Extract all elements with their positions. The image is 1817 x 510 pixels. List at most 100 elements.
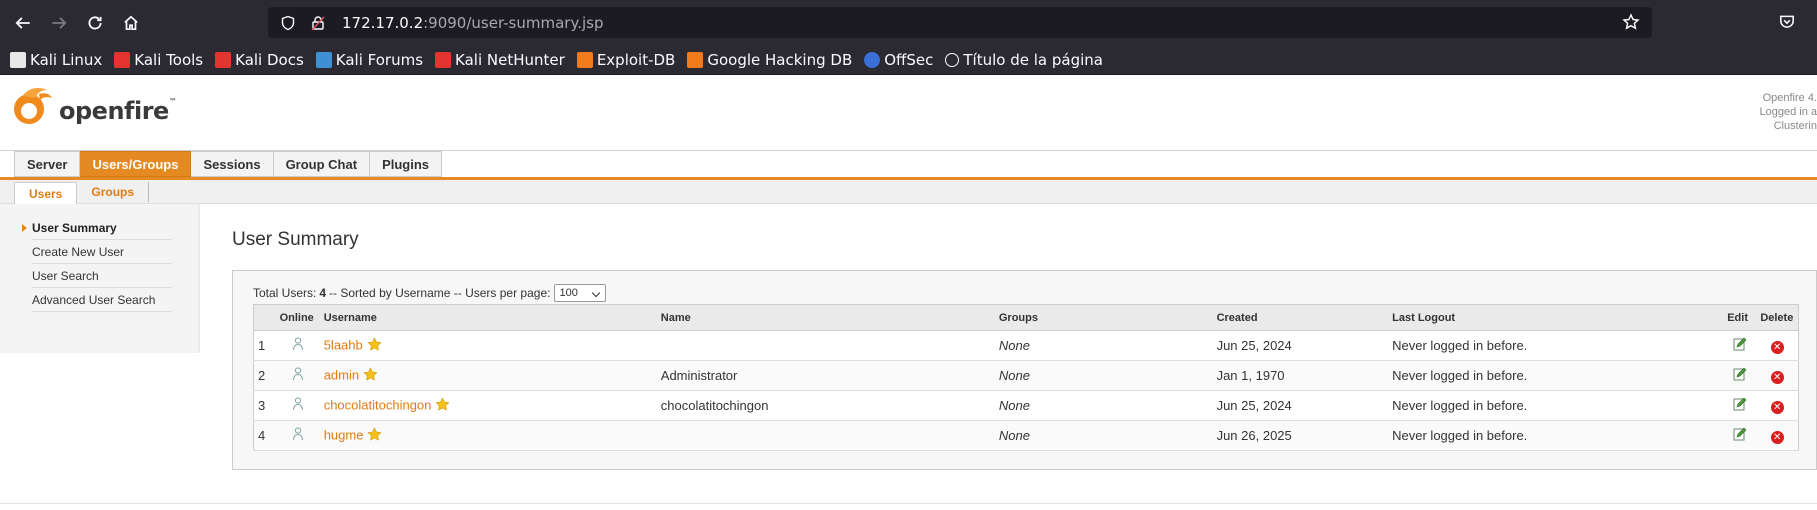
tab-group-chat[interactable]: Group Chat <box>273 151 371 177</box>
groups-cell: None <box>994 390 1213 421</box>
col-created[interactable]: Created <box>1212 304 1389 331</box>
name-cell <box>656 420 995 451</box>
groups-cell: None <box>994 420 1213 451</box>
col-online: Online <box>275 304 320 331</box>
username-link[interactable]: chocolatitochingon <box>324 397 432 412</box>
edit-cell <box>1723 390 1757 421</box>
active-arrow-icon <box>22 224 27 232</box>
openfire-logo[interactable]: openfire™ <box>9 84 177 128</box>
edit-icon[interactable] <box>1733 427 1747 441</box>
delete-cell: ✕ <box>1756 330 1799 361</box>
edit-icon[interactable] <box>1733 367 1747 381</box>
version-text: Openfire 4. <box>1762 92 1817 104</box>
delete-icon[interactable]: ✕ <box>1770 400 1784 414</box>
total-users-label: Total Users: <box>253 286 317 300</box>
bookmark-label: Kali Linux <box>30 51 103 69</box>
edit-icon[interactable] <box>1733 397 1747 411</box>
admin-star-icon <box>367 336 382 355</box>
created-cell: Jun 25, 2024 <box>1212 330 1389 361</box>
subtab-groups[interactable]: Groups <box>77 182 150 202</box>
username-link[interactable]: admin <box>324 367 359 382</box>
bookmark-label: Kali NetHunter <box>455 51 565 69</box>
user-summary-line: Total Users: 4 -- Sorted by Username -- … <box>253 284 607 302</box>
bookmark-label: Kali Forums <box>335 51 424 69</box>
tab-server[interactable]: Server <box>14 151 81 177</box>
name-cell: chocolatitochingon <box>656 390 995 421</box>
offline-user-icon <box>292 397 304 414</box>
edit-cell <box>1723 330 1757 361</box>
bookmark-item[interactable]: Título de la página <box>945 51 1103 69</box>
delete-icon[interactable]: ✕ <box>1770 370 1784 384</box>
row-number: 4 <box>253 420 276 451</box>
bookmark-item[interactable]: Kali NetHunter <box>435 51 565 69</box>
openfire-wordmark: openfire™ <box>59 97 177 125</box>
edit-icon[interactable] <box>1733 337 1747 351</box>
online-status-cell <box>275 420 320 451</box>
tab-plugins[interactable]: Plugins <box>370 151 443 177</box>
username-cell: 5laahb <box>319 330 657 361</box>
home-button[interactable] <box>118 10 144 36</box>
url-text[interactable]: 172.17.0.2:9090/user-summary.jsp <box>342 14 603 32</box>
bookmark-label: OffSec <box>884 51 934 69</box>
last-logout-cell: Never logged in before. <box>1388 390 1724 421</box>
shield-icon[interactable] <box>280 14 298 32</box>
delete-icon[interactable]: ✕ <box>1770 430 1784 444</box>
bookmark-item[interactable]: Kali Docs <box>215 51 304 69</box>
bookmark-label: Kali Docs <box>235 51 304 69</box>
offline-user-icon <box>292 337 304 354</box>
col-delete: Delete <box>1756 304 1799 331</box>
sidebar-item-user-search[interactable]: User Search <box>32 264 172 288</box>
bookmark-item[interactable]: Kali Tools <box>114 51 203 69</box>
table-row: 1 5laahb None Jun 25, 2024 Never logged in b… <box>253 330 1799 361</box>
sidebar-item-advanced-user-search[interactable]: Advanced User Search <box>32 288 172 312</box>
groups-cell: None <box>994 360 1213 391</box>
sidebar-item-user-summary[interactable]: User Summary <box>32 216 172 240</box>
bookmark-label: Título de la página <box>963 51 1103 69</box>
created-cell: Jun 25, 2024 <box>1212 390 1389 421</box>
table-row: 2 admin Administrator None Jan 1, 1970 Never … <box>253 360 1799 391</box>
username-cell: chocolatitochingon <box>319 390 657 421</box>
users-table: Online Username Name Groups Created Last… <box>253 304 1799 451</box>
bookmark-label: Kali Tools <box>134 51 204 69</box>
user-table-box: Total Users: 4 -- Sorted by Username -- … <box>232 270 1817 470</box>
sort-info-text: -- Sorted by Username -- Users per page: <box>329 286 551 300</box>
bookmark-item[interactable]: Exploit-DB <box>576 51 675 69</box>
col-username[interactable]: Username <box>319 304 657 331</box>
url-bar[interactable]: 172.17.0.2:9090/user-summary.jsp <box>268 7 1652 38</box>
forward-button[interactable] <box>46 10 72 36</box>
delete-cell: ✕ <box>1756 420 1799 451</box>
col-name[interactable]: Name <box>656 304 995 331</box>
col-last-logout[interactable]: Last Logout <box>1388 304 1724 331</box>
insecure-lock-icon[interactable] <box>310 14 328 32</box>
tab-users-groups[interactable]: Users/Groups <box>80 151 192 177</box>
username-link[interactable]: 5laahb <box>324 337 363 352</box>
col-number <box>253 304 276 331</box>
bookmark-star-icon[interactable] <box>1622 13 1642 33</box>
sidebar-item-create-new-user[interactable]: Create New User <box>32 240 172 264</box>
url-path: :9090/user-summary.jsp <box>423 13 604 32</box>
table-header-row: Online Username Name Groups Created Last… <box>253 304 1799 331</box>
bookmark-item[interactable]: OffSec <box>864 51 933 69</box>
url-host: 172.17.0.2 <box>342 13 424 32</box>
users-per-page-select[interactable]: 100 <box>554 284 607 302</box>
subtab-users[interactable]: Users <box>14 182 78 204</box>
delete-icon[interactable]: ✕ <box>1770 340 1784 354</box>
admin-star-icon <box>367 426 382 445</box>
bookmark-item[interactable]: Kali Linux <box>10 51 102 69</box>
created-cell: Jan 1, 1970 <box>1212 360 1389 391</box>
bookmark-item[interactable]: Google Hacking DB <box>687 51 852 69</box>
pocket-icon[interactable] <box>1778 13 1798 33</box>
bookmark-item[interactable]: Kali Forums <box>315 51 424 69</box>
globe-icon <box>945 53 960 67</box>
tab-sessions[interactable]: Sessions <box>191 151 274 177</box>
sidebar: User Summary Create New User User Search… <box>0 204 200 353</box>
username-cell: admin <box>319 360 657 391</box>
online-status-cell <box>275 390 320 421</box>
kali-docs-icon <box>215 52 232 68</box>
back-button[interactable] <box>10 10 36 36</box>
last-logout-cell: Never logged in before. <box>1388 420 1724 451</box>
nethunter-icon <box>435 52 452 68</box>
logged-in-text: Logged in a <box>1759 106 1817 118</box>
reload-button[interactable] <box>82 10 108 36</box>
username-link[interactable]: hugme <box>324 427 364 442</box>
